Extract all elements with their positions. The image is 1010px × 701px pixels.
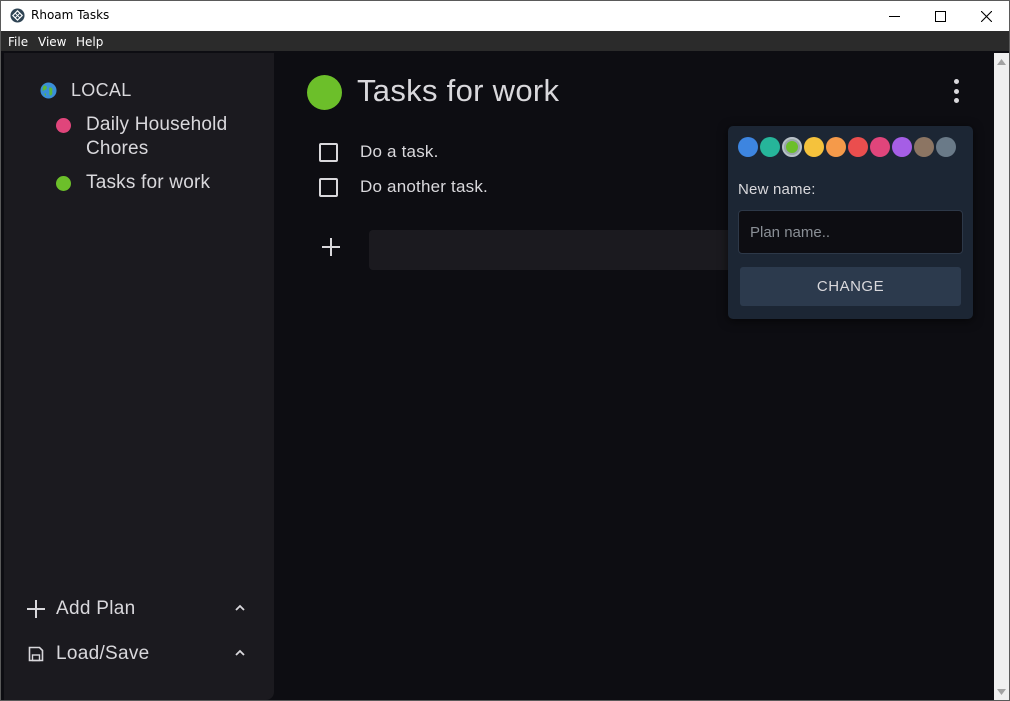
color-swatch-yellow[interactable]: [804, 137, 824, 157]
color-swatch-orange[interactable]: [826, 137, 846, 157]
plan-item-tasks-for-work[interactable]: Tasks for work: [56, 171, 256, 195]
chevron-up-icon[interactable]: [234, 647, 246, 659]
color-swatch-purple[interactable]: [892, 137, 912, 157]
add-task-icon[interactable]: [320, 236, 342, 258]
save-icon: [26, 644, 46, 664]
new-name-label: New name:: [738, 181, 816, 198]
plan-item-daily-household-chores[interactable]: Daily Household Chores: [56, 113, 256, 161]
menu-file[interactable]: File: [8, 35, 28, 49]
color-swatch-red[interactable]: [848, 137, 868, 157]
sidebar: LOCAL Daily Household Chores Tasks for w…: [4, 53, 274, 700]
new-task-input[interactable]: [369, 230, 749, 270]
task-checkbox[interactable]: [319, 142, 338, 162]
page-title: Tasks for work: [357, 73, 560, 108]
plan-color-dot: [56, 176, 71, 191]
color-swatch-brown[interactable]: [914, 137, 934, 157]
task-label[interactable]: Do another task.: [360, 177, 488, 197]
plus-icon: [26, 599, 46, 619]
app-logo-icon: [10, 8, 25, 23]
task-item: Do another task.: [319, 177, 488, 197]
load-save-button[interactable]: Load/Save: [26, 639, 254, 669]
store-local[interactable]: LOCAL: [40, 80, 132, 101]
add-plan-button[interactable]: Add Plan: [26, 594, 254, 624]
task-checkbox[interactable]: [319, 177, 338, 197]
color-swatches: [738, 137, 958, 157]
color-swatch-gray[interactable]: [936, 137, 956, 157]
color-swatch-green[interactable]: [782, 137, 802, 157]
plan-color-dot: [56, 118, 71, 133]
load-save-label: Load/Save: [56, 643, 150, 664]
plan-color-indicator[interactable]: [307, 75, 342, 110]
color-swatch-teal[interactable]: [760, 137, 780, 157]
task-item: Do a task.: [319, 142, 439, 162]
title-bar[interactable]: Rhoam Tasks: [1, 1, 1009, 31]
change-button[interactable]: CHANGE: [740, 267, 961, 306]
close-button[interactable]: [963, 1, 1009, 31]
color-swatch-pink[interactable]: [870, 137, 890, 157]
close-icon: [980, 10, 992, 22]
globe-icon: [40, 82, 57, 99]
menu-view[interactable]: View: [38, 35, 66, 49]
color-swatch-blue[interactable]: [738, 137, 758, 157]
maximize-button[interactable]: [917, 1, 963, 31]
window-title: Rhoam Tasks: [31, 8, 110, 22]
minimize-button[interactable]: [871, 1, 917, 31]
minimize-icon: [888, 15, 900, 17]
store-label: LOCAL: [71, 80, 132, 100]
app-window: Rhoam Tasks File View Help LOCAL Daily H…: [0, 0, 1010, 701]
plan-label: Daily Household Chores: [86, 114, 228, 159]
menu-help[interactable]: Help: [76, 35, 103, 49]
scroll-down-arrow-icon[interactable]: [994, 683, 1009, 700]
vertical-scrollbar[interactable]: [994, 53, 1009, 700]
plan-label: Tasks for work: [86, 172, 211, 193]
scroll-up-arrow-icon[interactable]: [994, 53, 1009, 70]
maximize-icon: [934, 10, 946, 22]
menu-bar: File View Help: [1, 31, 1009, 51]
rename-plan-popup: New name: CHANGE: [728, 126, 973, 319]
add-plan-label: Add Plan: [56, 598, 136, 619]
chevron-up-icon[interactable]: [234, 602, 246, 614]
more-options-icon[interactable]: [949, 77, 963, 105]
task-label[interactable]: Do a task.: [360, 142, 439, 162]
plan-name-input[interactable]: [738, 210, 963, 254]
